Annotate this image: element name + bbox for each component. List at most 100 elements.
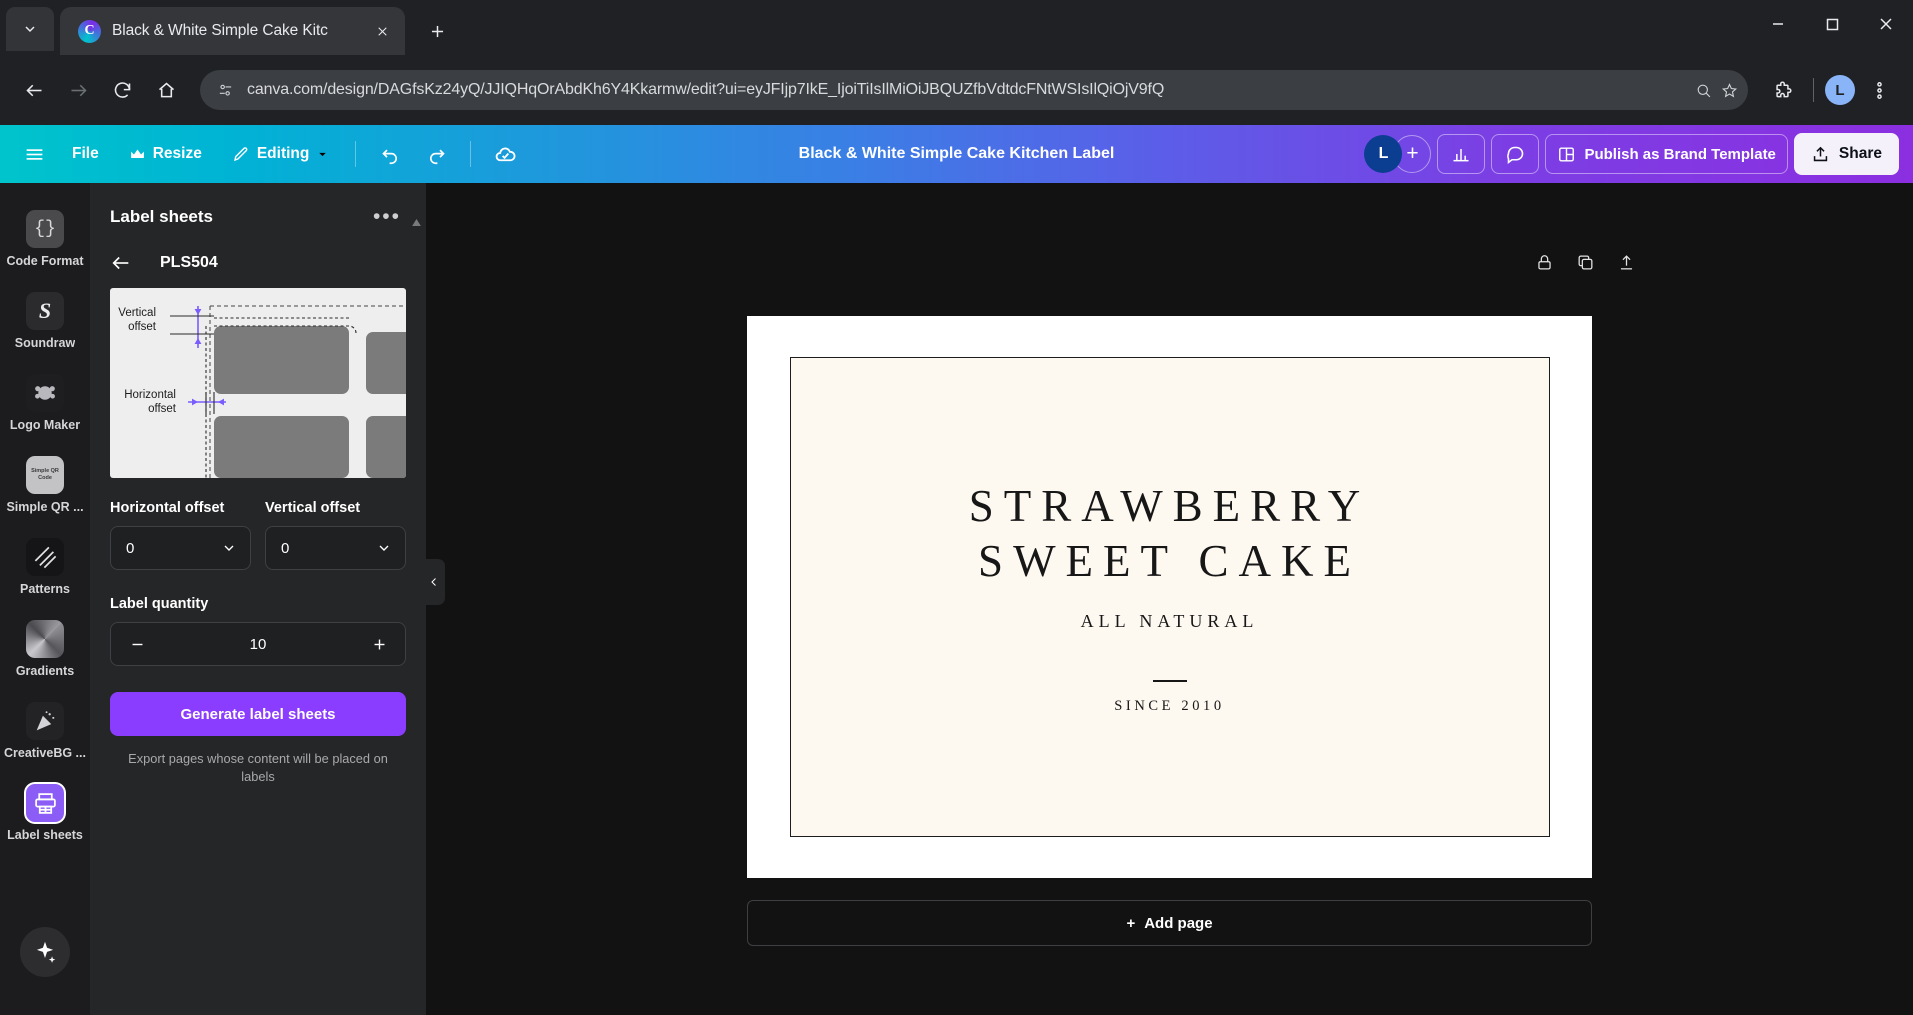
add-page-button[interactable]: + Add page [747,900,1592,946]
chevron-down-icon [224,545,234,551]
rail-item-gradients[interactable]: Gradients [0,611,90,685]
comments-button[interactable] [1491,134,1540,174]
resize-button[interactable]: Resize [117,135,214,173]
generate-label-sheets-button[interactable]: Generate label sheets [110,692,406,736]
editing-mode-button[interactable]: Editing [220,135,342,173]
code-braces-icon: {} [26,210,64,248]
rail-item-patterns[interactable]: Patterns [0,529,90,603]
home-icon[interactable] [146,70,186,110]
rail-label: Label sheets [7,828,83,842]
cloud-saved-icon[interactable] [485,135,525,173]
label-design[interactable]: STRAWBERRY SWEET CAKE ALL NATURAL SINCE … [789,357,1550,837]
site-settings-icon[interactable] [214,79,236,101]
maximize-icon[interactable] [1805,0,1859,48]
browser-chrome: C Black & White Simple Cake Kitc canva.c… [0,0,1913,125]
rail-bottom [20,927,70,977]
back-arrow-icon[interactable] [14,70,54,110]
browser-tab[interactable]: C Black & White Simple Cake Kitc [60,7,405,55]
vertical-offset-label: Vertical offset [265,500,361,516]
collapse-panel-button[interactable] [423,559,445,605]
chevron-left-icon [431,578,436,586]
gradient-icon [26,620,64,658]
undo-icon[interactable] [370,135,410,173]
rail-label: Simple QR ... [6,500,84,514]
canva-toolbar: File Resize Editing Black & White Simple… [0,125,1913,183]
brand-template-icon [1559,146,1575,162]
redo-icon[interactable] [416,135,456,173]
horizontal-offset-field: Horizontal offset 0 [110,500,251,570]
quantity-increment-button[interactable] [359,626,399,662]
quantity-decrement-button[interactable] [117,626,157,662]
window-controls [1751,0,1913,48]
main-area: {} Code Format S Soundraw Logo Maker Sim… [0,183,1913,1015]
tab-title: Black & White Simple Cake Kitc [112,22,328,39]
search-icon[interactable] [1692,79,1714,101]
panel-subheader: PLS504 [90,236,426,288]
rail-item-simple-qr[interactable]: Simple QR Code Simple QR ... [0,447,90,521]
address-bar[interactable]: canva.com/design/DAGfsKz24yQ/JJIQHqOrAbd… [200,70,1748,110]
page-tools [1527,245,1643,279]
add-page-icon[interactable] [1609,245,1643,279]
share-button[interactable]: Share [1793,133,1899,175]
profile-avatar[interactable]: L [1825,75,1855,105]
rail-item-label-sheets[interactable]: Label sheets [0,775,90,849]
canva-toolbar-right: L + Publish as Brand Template Share [1364,133,1899,175]
hamburger-menu-icon[interactable] [14,135,54,173]
rail-label: Patterns [19,582,71,596]
label-quantity-label: Label quantity [110,596,209,612]
document-title[interactable]: Black & White Simple Cake Kitchen Label [787,139,1127,169]
minimize-icon[interactable] [1751,0,1805,48]
new-tab-button[interactable] [417,11,457,51]
label-sku: PLS504 [160,254,218,271]
panel-back-icon[interactable] [110,252,132,274]
svg-text:offset: offset [148,403,177,415]
generate-note: Export pages whose content will be place… [128,751,388,784]
label-line-3[interactable]: ALL NATURAL [1081,611,1259,632]
reload-icon[interactable] [102,70,142,110]
toolbar-divider [1813,78,1814,102]
app-rail: {} Code Format S Soundraw Logo Maker Sim… [0,183,90,1015]
crown-icon [130,149,144,158]
label-line-4[interactable]: SINCE 2010 [1114,698,1225,715]
scroll-up-icon[interactable] [412,213,421,231]
rail-item-soundraw[interactable]: S Soundraw [0,283,90,357]
extensions-icon[interactable] [1762,70,1802,110]
file-menu-button[interactable]: File [60,135,111,173]
label-quantity-section: Label quantity 10 [90,570,426,666]
browser-menu-icon[interactable] [1859,70,1899,110]
close-icon[interactable] [369,18,395,44]
panel-title: Label sheets [110,206,213,226]
vertical-offset-select[interactable]: 0 [265,526,406,570]
panel-scrollbar[interactable] [412,213,421,231]
editing-label: Editing [256,145,310,162]
canvas-area: STRAWBERRY SWEET CAKE ALL NATURAL SINCE … [426,183,1913,1015]
bar-chart-icon [1453,149,1469,162]
magic-studio-button[interactable] [20,927,70,977]
rail-item-creativebg[interactable]: CreativeBG ... [0,693,90,767]
rail-label: CreativeBG ... [4,746,86,760]
design-page[interactable]: STRAWBERRY SWEET CAKE ALL NATURAL SINCE … [747,316,1592,878]
insights-button[interactable] [1437,134,1486,174]
forward-arrow-icon[interactable] [58,70,98,110]
label-quantity-stepper[interactable]: 10 [110,622,406,666]
tab-search-button[interactable] [6,7,54,51]
user-avatar[interactable]: L [1364,135,1403,173]
panel-more-icon[interactable]: ••• [368,203,406,230]
soundraw-icon: S [26,292,64,330]
svg-text:offset: offset [128,321,157,333]
rail-item-code-format[interactable]: {} Code Format [0,201,90,275]
lock-icon[interactable] [1527,245,1561,279]
bookmark-star-icon[interactable] [1718,79,1740,101]
publish-brand-template-button[interactable]: Publish as Brand Template [1545,134,1788,174]
share-upload-icon [1813,146,1828,161]
duplicate-icon[interactable] [1568,245,1602,279]
quantity-value[interactable]: 10 [157,636,359,653]
horizontal-offset-select[interactable]: 0 [110,526,251,570]
rail-item-logo-maker[interactable]: Logo Maker [0,365,90,439]
toolbar-separator [355,141,357,167]
label-line-2[interactable]: SWEET CAKE [978,534,1361,589]
comment-bubble-icon [1507,146,1524,164]
window-close-icon[interactable] [1859,0,1913,48]
rail-label: Soundraw [14,336,76,350]
label-line-1[interactable]: STRAWBERRY [969,479,1370,534]
